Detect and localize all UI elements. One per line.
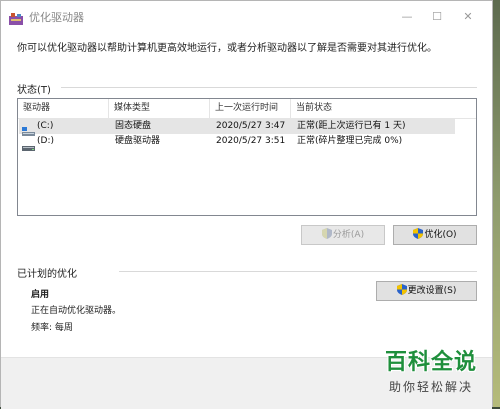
watermark-subtitle: 助你轻松解决 — [388, 380, 473, 394]
last-run-time: 2020/5/27 3:51 — [216, 136, 286, 146]
drive-row-d[interactable]: (D:) 硬盘驱动器 2020/5/27 3:51 正常(碎片整理已完成 0%) — [19, 134, 455, 151]
drives-list[interactable]: 驱动器 媒体类型 上一次运行时间 当前状态 (C:) 固态硬盘 2020/5/2… — [17, 98, 477, 216]
current-status: 正常(碎片整理已完成 0%) — [297, 136, 403, 146]
change-settings-button[interactable]: 更改设置(S) — [376, 281, 477, 301]
last-run-time: 2020/5/27 3:47 — [216, 121, 286, 131]
hard-drive-icon — [22, 137, 35, 151]
schedule-detail: 正在自动优化驱动器。 — [31, 306, 122, 316]
uac-shield-icon — [396, 284, 407, 295]
status-divider — [61, 87, 477, 88]
drive-name: (C:) — [37, 121, 54, 131]
window-title: 优化驱动器 — [29, 11, 84, 24]
column-header-media-type[interactable]: 媒体类型 — [109, 99, 210, 118]
scheduled-section-label: 已计划的优化 — [17, 269, 77, 280]
watermark: 百科全说 助你轻松解决 — [370, 344, 492, 404]
change-settings-button-label: 更改设置(S) — [407, 286, 457, 296]
schedule-state: 启用 — [31, 290, 50, 300]
schedule-frequency: 频率: 每周 — [31, 323, 73, 333]
optimize-button-label: 优化(O) — [424, 230, 457, 240]
title-bar[interactable]: 优化驱动器 — ☐ ✕ — [1, 1, 492, 31]
drive-name: (D:) — [37, 136, 54, 146]
description-text: 你可以优化驱动器以帮助计算机更高效地运行，或者分析驱动器以了解是否需要对其进行优… — [17, 43, 437, 54]
defrag-app-icon — [9, 10, 23, 25]
close-button[interactable]: ✕ — [453, 6, 483, 28]
uac-shield-icon — [413, 228, 424, 239]
drive-row-c[interactable]: (C:) 固态硬盘 2020/5/27 3:47 正常(距上次运行已有 1 天) — [19, 119, 455, 136]
column-header-last-run[interactable]: 上一次运行时间 — [210, 99, 291, 118]
ssd-drive-icon — [22, 122, 35, 136]
current-status: 正常(距上次运行已有 1 天) — [297, 121, 406, 131]
uac-shield-icon — [321, 228, 332, 239]
media-type: 固态硬盘 — [115, 121, 152, 131]
maximize-button[interactable]: ☐ — [422, 6, 452, 28]
column-header-current-status[interactable]: 当前状态 — [291, 99, 477, 118]
media-type: 硬盘驱动器 — [115, 136, 161, 146]
watermark-title: 百科全说 — [384, 350, 477, 375]
optimize-button[interactable]: 优化(O) — [393, 225, 477, 245]
analyze-button-label: 分析(A) — [332, 230, 365, 240]
column-header-drive[interactable]: 驱动器 — [18, 99, 109, 118]
scheduled-divider — [119, 271, 477, 272]
analyze-button[interactable]: 分析(A) — [301, 225, 385, 245]
status-section-label: 状态(T) — [17, 85, 51, 96]
minimize-button[interactable]: — — [392, 6, 422, 28]
desktop-background — [493, 0, 500, 407]
drives-list-header: 驱动器 媒体类型 上一次运行时间 当前状态 — [18, 99, 476, 119]
